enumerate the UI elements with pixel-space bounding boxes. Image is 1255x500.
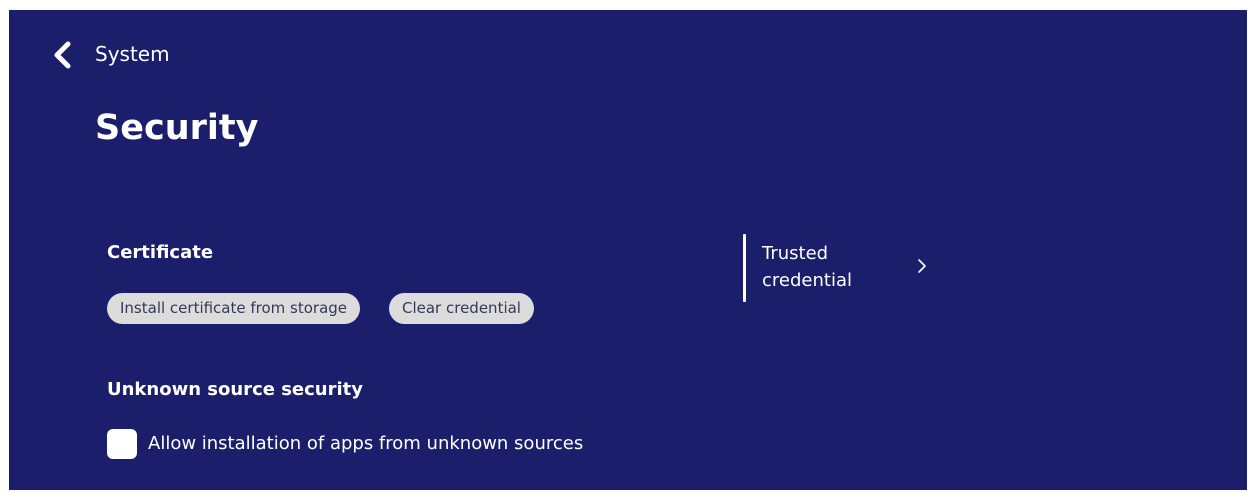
certificate-heading: Certificate — [107, 242, 214, 263]
trusted-credential-label: Trusted credential — [762, 243, 852, 291]
unknown-sources-label: Allow installation of apps from unknown … — [148, 433, 584, 454]
clear-credential-button[interactable]: Clear credential — [389, 293, 534, 324]
chevron-left-icon — [54, 41, 71, 69]
security-settings-screen: System Security Certificate Install cert… — [9, 10, 1247, 490]
breadcrumb[interactable]: System — [95, 40, 170, 68]
install-certificate-button[interactable]: Install certificate from storage — [107, 293, 361, 324]
unknown-source-heading: Unknown source security — [107, 379, 363, 400]
trusted-credential-item[interactable]: Trusted credential — [743, 234, 943, 302]
unknown-sources-option[interactable]: Allow installation of apps from unknown … — [107, 428, 583, 460]
page-title: Security — [95, 108, 259, 148]
back-button[interactable] — [47, 40, 77, 70]
item-divider — [743, 234, 746, 302]
unknown-sources-checkbox[interactable] — [107, 429, 137, 459]
chevron-right-icon — [918, 259, 926, 273]
